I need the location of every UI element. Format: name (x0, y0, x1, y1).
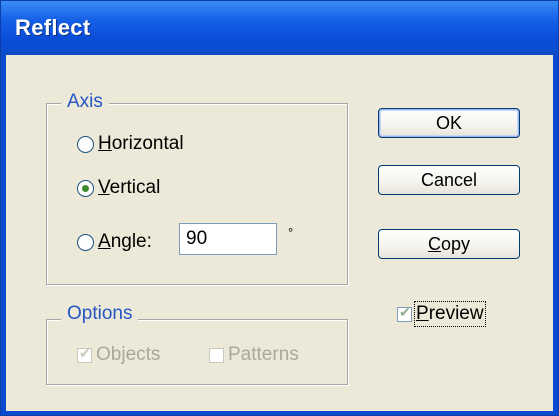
checkmark-icon: ✔ (399, 303, 411, 320)
copy-button[interactable]: Copy (378, 229, 520, 259)
title-bar[interactable]: Reflect (1, 1, 558, 55)
radio-button-icon[interactable] (77, 233, 94, 251)
angle-label: Angle: (98, 231, 152, 252)
degree-unit: ° (288, 225, 294, 240)
radio-angle[interactable]: Angle: (77, 231, 152, 253)
radio-button-checked-icon[interactable] (77, 179, 94, 197)
radio-button-icon[interactable] (77, 135, 94, 153)
checkbox-icon[interactable] (209, 347, 224, 363)
window-frame-right (553, 55, 558, 415)
vertical-label: Vertical (98, 177, 161, 198)
angle-input[interactable] (179, 223, 277, 255)
options-legend: Options (61, 303, 139, 325)
window-frame-bottom (1, 411, 558, 415)
window-frame-left (1, 55, 6, 415)
cancel-button[interactable]: Cancel (378, 165, 520, 195)
patterns-checkbox[interactable]: Patterns (209, 344, 299, 366)
objects-label: Objects (96, 344, 161, 365)
checkbox-icon[interactable]: ✔ (397, 303, 412, 322)
checkmark-icon: ✔ (79, 344, 91, 361)
patterns-label: Patterns (228, 344, 299, 365)
preview-checkbox[interactable]: ✔ Preview (397, 301, 486, 327)
radio-horizontal[interactable]: Horizontal (77, 133, 184, 155)
checkbox-icon[interactable]: ✔ (77, 344, 92, 363)
reflect-dialog: Reflect Axis Horizontal Vertical Angle: … (0, 0, 559, 416)
horizontal-label: Horizontal (98, 133, 184, 154)
preview-label: Preview (414, 301, 486, 327)
dialog-title: Reflect (15, 15, 91, 40)
objects-checkbox[interactable]: ✔ Objects (77, 344, 160, 366)
axis-legend: Axis (61, 91, 109, 113)
radio-vertical[interactable]: Vertical (77, 177, 160, 199)
ok-button[interactable]: OK (378, 108, 520, 138)
